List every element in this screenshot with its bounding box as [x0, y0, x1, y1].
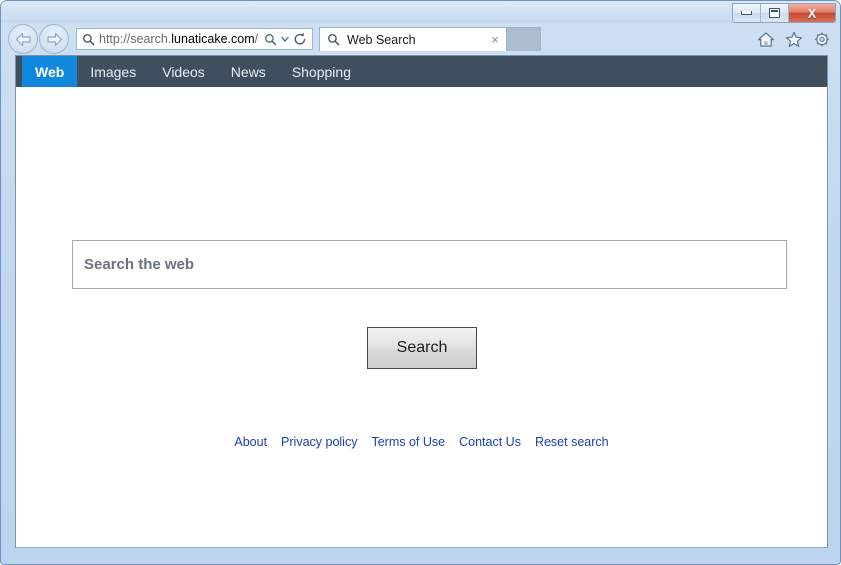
address-search-icon[interactable] [261, 33, 279, 46]
nav-label-news: News [230, 63, 266, 80]
url-domain: lunaticake.com [171, 32, 255, 46]
settings-gear-icon[interactable] [812, 29, 832, 49]
footer-links: About Privacy policy Terms of Use Contac… [16, 435, 827, 449]
sidebar-item-web[interactable]: Web [22, 56, 78, 87]
search-input[interactable]: Search the web [72, 240, 787, 289]
nav-label-videos: Videos [162, 63, 205, 80]
nav-label-shopping: Shopping [291, 63, 351, 80]
tab-title: Web Search [347, 32, 416, 47]
back-button[interactable] [8, 24, 38, 54]
footer-link-reset-search[interactable]: Reset search [535, 435, 609, 449]
footer-link-privacy-policy[interactable]: Privacy policy [281, 435, 357, 449]
navigation-buttons [8, 24, 69, 54]
sidebar-item-images[interactable]: Images [77, 56, 149, 87]
address-url[interactable]: http://search.lunaticake.com/ [96, 32, 261, 46]
new-tab-button[interactable] [507, 27, 541, 51]
footer-link-about[interactable]: About [234, 435, 267, 449]
nav-label-images: Images [90, 63, 137, 80]
search-button-label: Search [396, 339, 448, 356]
footer-link-contact-us[interactable]: Contact Us [459, 435, 521, 449]
page-viewport: Web Images Videos News Shopping Search t… [15, 55, 828, 548]
sidebar-item-news[interactable]: News [218, 56, 279, 87]
nav-label-web: Web [35, 63, 65, 80]
title-bar: X [1, 1, 840, 23]
maximize-button[interactable] [761, 4, 789, 22]
sidebar-item-videos[interactable]: Videos [149, 56, 218, 87]
close-button[interactable]: X [789, 4, 835, 22]
browser-toolbar: http://search.lunaticake.com/ Web Search… [1, 23, 840, 55]
browser-window: X http://search.lunaticake.com/ Web Sear… [0, 0, 841, 565]
search-button[interactable]: Search [367, 327, 477, 369]
window-controls: X [732, 3, 836, 23]
footer-link-terms-of-use[interactable]: Terms of Use [371, 435, 445, 449]
url-scheme: http://search. [99, 32, 172, 46]
sidebar-item-shopping[interactable]: Shopping [279, 56, 364, 87]
favorites-star-icon[interactable] [784, 29, 804, 49]
url-path: / [254, 32, 259, 46]
forward-arrow-icon [46, 32, 62, 46]
minimize-icon [741, 11, 752, 15]
home-icon[interactable] [756, 29, 776, 49]
refresh-icon[interactable] [291, 32, 309, 46]
tab-close-icon[interactable]: × [488, 33, 502, 46]
back-arrow-icon [15, 32, 31, 46]
site-navigation: Web Images Videos News Shopping [16, 56, 827, 87]
tab-favicon-magnifier-icon [325, 32, 341, 48]
maximize-icon [769, 8, 780, 18]
address-bar[interactable]: http://search.lunaticake.com/ [76, 28, 313, 50]
page-favicon-magnifier-icon [80, 31, 96, 47]
close-icon: X [807, 5, 817, 21]
forward-button[interactable] [39, 24, 69, 54]
page-content: Search the web Search About Privacy poli… [16, 87, 827, 547]
chevron-down-icon[interactable] [279, 36, 291, 42]
search-input-placeholder: Search the web [84, 256, 195, 273]
browser-tab[interactable]: Web Search × [319, 27, 507, 51]
browser-tool-icons [756, 29, 832, 49]
minimize-button[interactable] [733, 4, 761, 22]
